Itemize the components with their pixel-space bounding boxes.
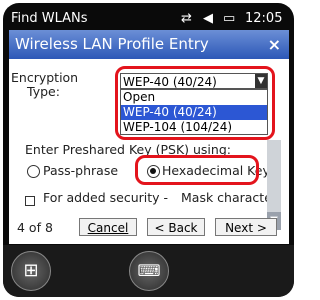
- clock[interactable]: 12:05: [245, 9, 282, 29]
- dialog-title-bar: Wireless LAN Profile Entry ×: [9, 30, 289, 59]
- taskbar: ⊞ ⌨: [3, 245, 294, 297]
- next-button[interactable]: Next >: [215, 218, 277, 236]
- cancel-label: Cancel: [87, 221, 129, 235]
- keyboard-icon[interactable]: ⌨: [129, 251, 169, 291]
- encryption-highlight: [115, 66, 275, 140]
- radio-passphrase[interactable]: [27, 165, 40, 178]
- mask-checkbox[interactable]: [25, 196, 35, 206]
- next-label: Next >: [225, 221, 267, 235]
- radio-passphrase-label[interactable]: Pass-phrase: [43, 163, 118, 178]
- windows-logo-icon[interactable]: ⊞: [11, 251, 51, 291]
- device-screen: Find WLANs ⇄ ◀ ▭ 12:05 Wireless LAN Prof…: [3, 3, 294, 297]
- added-security-label: For added security -: [43, 190, 169, 205]
- back-label: < Back: [154, 221, 198, 235]
- wlan-profile-dialog: Wireless LAN Profile Entry × Encryption …: [9, 30, 289, 244]
- back-button[interactable]: < Back: [147, 218, 205, 236]
- status-bar: Find WLANs ⇄ ◀ ▭ 12:05: [9, 9, 289, 29]
- dialog-title: Wireless LAN Profile Entry: [15, 35, 209, 53]
- encryption-label-line2: Type:: [27, 84, 60, 99]
- mask-characters-label: Mask characte: [181, 190, 272, 205]
- page-indicator: 4 of 8: [17, 220, 53, 235]
- battery-icon[interactable]: ▭: [223, 9, 235, 29]
- sync-icon[interactable]: ⇄: [181, 9, 192, 29]
- encryption-label-line1: Encryption: [11, 70, 79, 85]
- hex-highlight: [135, 155, 259, 185]
- speaker-icon[interactable]: ◀: [203, 9, 213, 29]
- cancel-button[interactable]: Cancel: [79, 218, 137, 236]
- app-title: Find WLANs: [11, 11, 88, 26]
- close-icon[interactable]: ×: [268, 30, 281, 59]
- scrollbar[interactable]: [267, 140, 281, 212]
